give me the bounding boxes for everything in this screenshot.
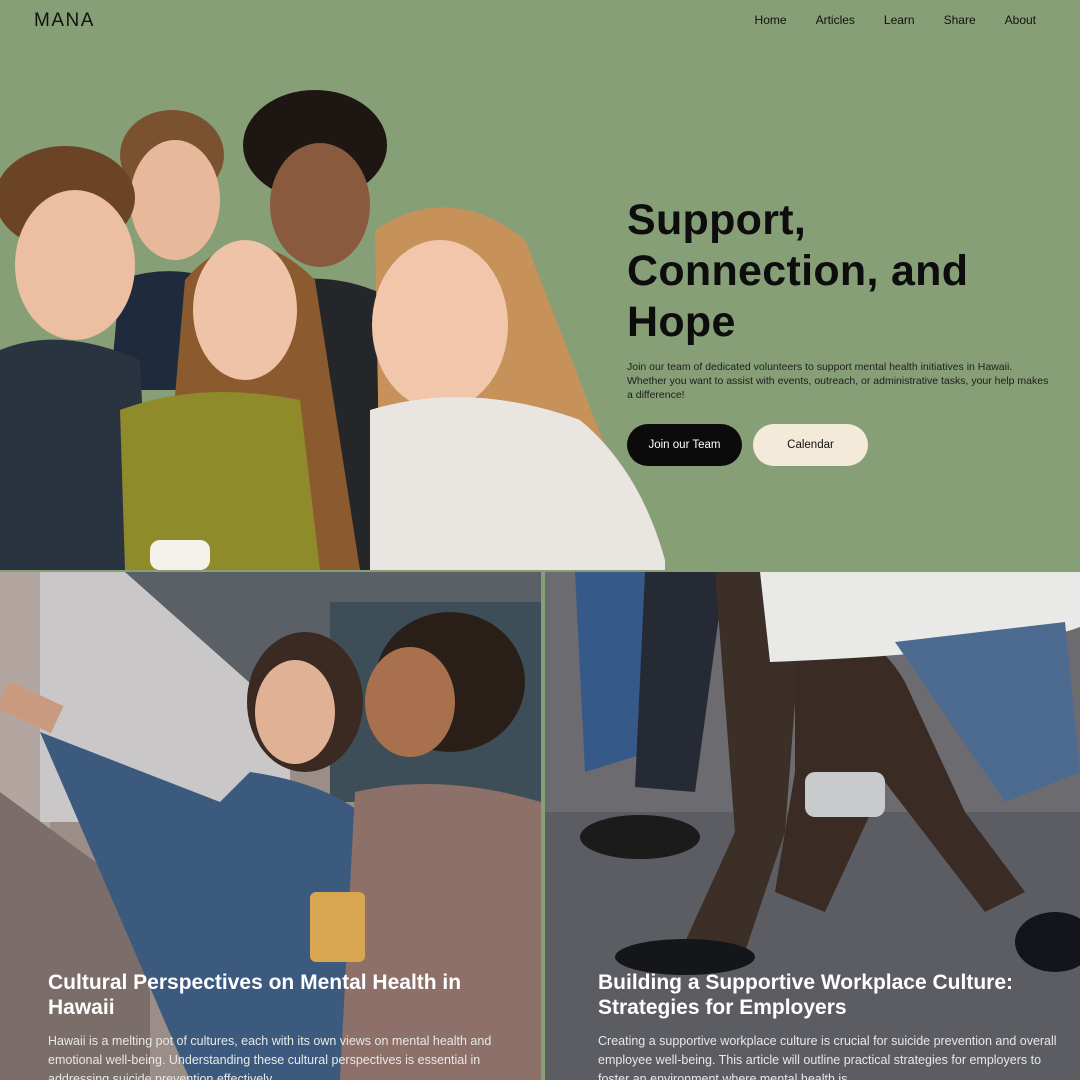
hero-buttons: Join our Team Calendar — [627, 424, 1057, 466]
article-content: Building a Supportive Workplace Culture:… — [598, 970, 1058, 1080]
nav-about[interactable]: About — [1005, 13, 1036, 27]
main-nav: Home Articles Learn Share About — [755, 13, 1036, 27]
nav-learn[interactable]: Learn — [884, 13, 915, 27]
hero-group-photo — [0, 90, 665, 570]
nav-share[interactable]: Share — [944, 13, 976, 27]
hero-content: Support, Connection, and Hope Join our t… — [627, 195, 1057, 466]
nav-articles[interactable]: Articles — [816, 13, 855, 27]
hero-description: Join our team of dedicated volunteers to… — [627, 361, 1049, 401]
nav-home[interactable]: Home — [755, 13, 787, 27]
article-card-cultural-perspectives[interactable]: Cultural Perspectives on Mental Health i… — [0, 572, 541, 1080]
join-team-button[interactable]: Join our Team — [627, 424, 742, 466]
article-title[interactable]: Building a Supportive Workplace Culture:… — [598, 970, 1058, 1020]
article-content: Cultural Perspectives on Mental Health i… — [48, 970, 508, 1080]
article-excerpt: Hawaii is a melting pot of cultures, eac… — [48, 1034, 492, 1080]
calendar-button[interactable]: Calendar — [753, 424, 868, 466]
hero-title: Support, Connection, and Hope — [627, 196, 969, 346]
site-logo[interactable]: MANA — [34, 10, 95, 32]
hero-section: MANA Home Articles Learn Share About Sup… — [0, 0, 1080, 570]
article-excerpt: Creating a supportive workplace culture … — [598, 1034, 1057, 1080]
article-card-workplace-culture[interactable]: Building a Supportive Workplace Culture:… — [545, 572, 1080, 1080]
article-title[interactable]: Cultural Perspectives on Mental Health i… — [48, 970, 508, 1020]
